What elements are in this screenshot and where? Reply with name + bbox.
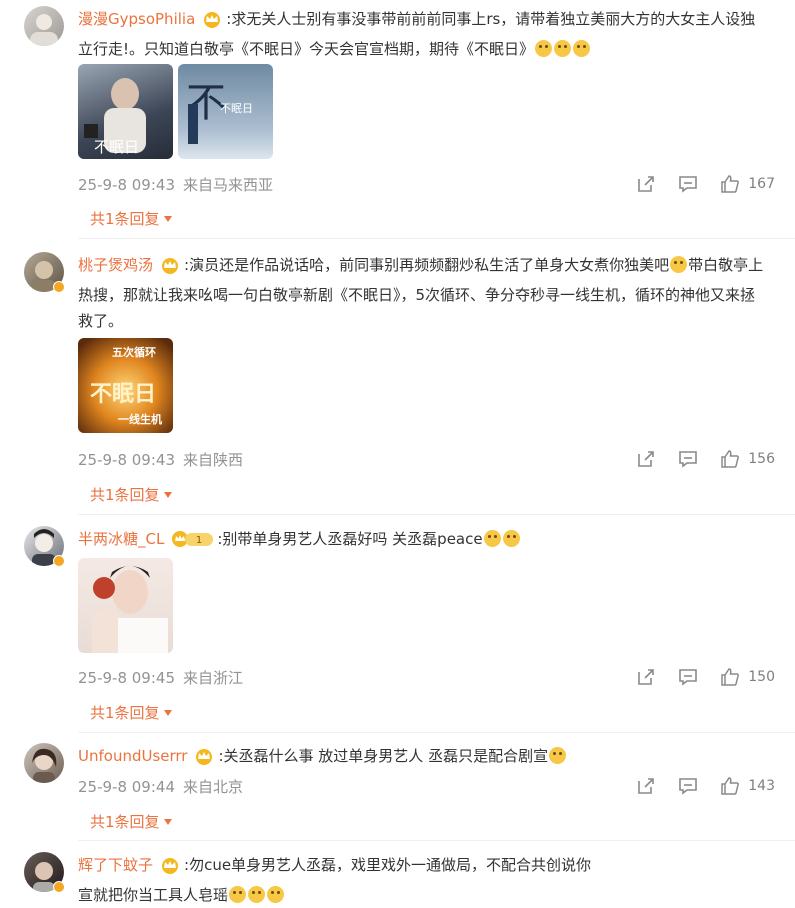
pray-emoji-icon <box>549 747 567 764</box>
comment-date: 25-9-8 09:43 <box>78 451 175 469</box>
view-replies-link[interactable]: 共1条回复 <box>90 484 172 505</box>
view-replies-link[interactable]: 共1条回复 <box>90 811 172 832</box>
hugging-emoji-icon <box>483 530 501 547</box>
comment-date: 25-9-8 09:45 <box>78 669 175 687</box>
view-replies-link[interactable]: 共1条回复 <box>90 702 172 723</box>
verified-badge-icon <box>53 281 65 293</box>
poster-text-top: 五次循环 <box>112 346 156 359</box>
verified-badge-icon <box>53 555 65 567</box>
comment-location: 来自北京 <box>183 778 244 796</box>
replies-label: 共1条回复 <box>90 486 160 504</box>
comment-text: :关丞磊什么事 放过单身男艺人 丞磊只是配合剧宣 <box>218 747 549 765</box>
chevron-down-icon <box>163 216 172 222</box>
chevron-down-icon <box>163 710 172 716</box>
comment-location: 来自陕西 <box>183 451 244 469</box>
like-count: 150 <box>748 669 775 685</box>
share-icon[interactable] <box>636 449 656 469</box>
poster-text-bottom: 一线生机 <box>118 413 162 426</box>
comment-actions: 143 <box>614 776 775 796</box>
divider <box>78 514 795 515</box>
username-link[interactable]: 半两冰糖_CL <box>78 530 164 548</box>
divider <box>78 238 795 239</box>
avatar-image <box>30 14 58 46</box>
poster-title: 不眠日 <box>90 381 157 407</box>
comment-text: :勿cue单身男艺人丞磊，戏里戏外一通做局，不配合共创说你 <box>184 856 592 874</box>
like-count: 156 <box>748 451 775 467</box>
thumbs-up-icon[interactable] <box>720 776 740 796</box>
comment-text-block: 桃子煲鸡汤:演员还是作品说话哈，前同事别再频频翻炒私生活了单身大女煮你独美吧 带白… <box>78 252 768 334</box>
comment-meta: 25-9-8 09:43 来自陕西 <box>78 449 251 470</box>
crying-emoji-icon <box>573 40 591 57</box>
comment-text-block: 漫漫GypsoPhilia:求无关人士别有事没事带前前前同事上rs，请带着独立美… <box>78 6 768 62</box>
username-link[interactable]: 辉了下蚊子 <box>78 856 153 874</box>
thumbs-up-icon[interactable] <box>720 449 740 469</box>
comment-text: :演员还是作品说话哈，前同事别再频频翻炒私生活了单身大女煮你独美吧 <box>184 256 670 274</box>
avatar-image <box>32 748 57 783</box>
level-badge-icon: 1 <box>170 530 214 556</box>
replies-label: 共1条回复 <box>90 210 160 228</box>
share-icon[interactable] <box>636 667 656 687</box>
comment-text-block: 半两冰糖_CL 1 :别带单身男艺人丞磊好吗 关丞磊peace <box>78 526 768 556</box>
comment-date: 25-9-8 09:44 <box>78 778 175 796</box>
comment-image-thumbnail[interactable] <box>78 558 173 653</box>
comment-meta: 25-9-8 09:43 来自马来西亚 <box>78 174 281 195</box>
hugging-emoji-icon <box>502 530 520 547</box>
comment-text: 宣就把你当工具人皂瑶 <box>78 886 229 904</box>
vip-crown-icon <box>159 256 181 282</box>
thumbs-up-icon[interactable] <box>720 667 740 687</box>
sad-emoji-icon <box>267 886 285 903</box>
view-replies-link[interactable]: 共1条回复 <box>90 208 172 229</box>
divider <box>78 840 795 841</box>
username-link[interactable]: UnfoundUserrr <box>78 747 187 765</box>
chevron-down-icon <box>163 492 172 498</box>
vip-crown-icon <box>159 856 181 882</box>
divider <box>78 732 795 733</box>
comment-text-block: UnfoundUserrr :关丞磊什么事 放过单身男艺人 丞磊只是配合剧宣 <box>78 743 768 773</box>
shy-emoji-icon <box>670 256 688 273</box>
like-count: 143 <box>748 778 775 794</box>
chevron-down-icon <box>163 819 172 825</box>
comment-location: 来自浙江 <box>183 669 244 687</box>
comment-icon[interactable] <box>678 174 698 194</box>
share-icon[interactable] <box>636 174 656 194</box>
vip-crown-icon <box>201 10 223 36</box>
comment-image-thumbnail[interactable]: 不 不眠日 <box>178 64 273 159</box>
verified-badge-icon <box>53 881 65 893</box>
text-fade-overlay <box>600 848 795 878</box>
username-link[interactable]: 桃子煲鸡汤 <box>78 256 153 274</box>
comment-actions: 156 <box>614 449 775 469</box>
comment-icon[interactable] <box>678 449 698 469</box>
like-count: 167 <box>748 176 775 192</box>
avatar[interactable] <box>24 743 64 783</box>
comment-image-thumbnail[interactable]: 不眠日 <box>78 64 173 159</box>
share-icon[interactable] <box>636 776 656 796</box>
comment-icon[interactable] <box>678 776 698 796</box>
replies-label: 共1条回复 <box>90 813 160 831</box>
crying-emoji-icon <box>535 40 553 57</box>
comment-text: :别带单身男艺人丞磊好吗 关丞磊peace <box>217 530 483 548</box>
comment-image-thumbnail[interactable]: 五次循环 不眠日 一线生机 <box>78 338 173 433</box>
level-number: 1 <box>196 535 202 546</box>
thumbs-up-icon[interactable] <box>720 174 740 194</box>
avatar[interactable] <box>24 6 64 46</box>
comment-meta: 25-9-8 09:45 来自浙江 <box>78 667 251 688</box>
comment-location: 来自马来西亚 <box>183 176 274 194</box>
comment-icon[interactable] <box>678 667 698 687</box>
comment-actions: 167 <box>614 174 775 194</box>
comment-date: 25-9-8 09:43 <box>78 176 175 194</box>
comment-meta: 25-9-8 09:44 来自北京 <box>78 776 251 797</box>
username-link[interactable]: 漫漫GypsoPhilia <box>78 10 195 28</box>
replies-label: 共1条回复 <box>90 704 160 722</box>
comment-actions: 150 <box>614 667 775 687</box>
crying-emoji-icon <box>554 40 572 57</box>
poster-title: 不眠日 <box>94 138 140 156</box>
vip-crown-icon <box>193 747 215 773</box>
poster-title: 不眠日 <box>220 102 253 115</box>
sad-emoji-icon <box>229 886 247 903</box>
sad-emoji-icon <box>248 886 266 903</box>
